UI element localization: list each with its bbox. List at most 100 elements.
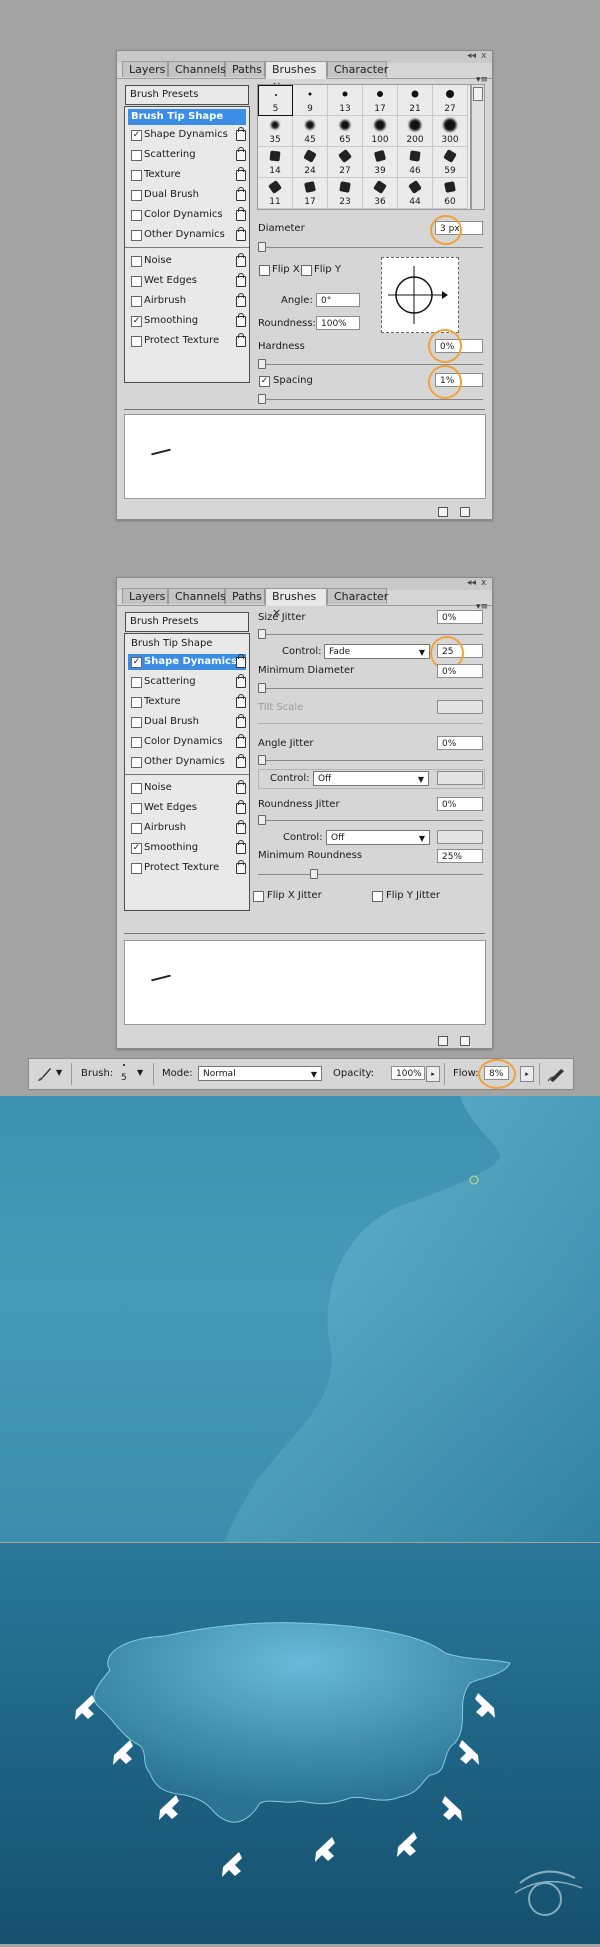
blend-mode-select[interactable]: Normal ▼ [198,1066,322,1081]
option-wet-edges[interactable]: Wet Edges [128,273,246,289]
new-preset-icon[interactable] [438,1036,448,1046]
flip-y-jitter-checkbox[interactable] [372,891,383,902]
checkbox[interactable]: ✓ [131,316,142,327]
lock-icon[interactable] [236,654,246,668]
option-protect-texture[interactable]: Protect Texture [128,860,246,876]
lock-icon[interactable] [236,273,246,287]
option-texture[interactable]: Texture [128,694,246,710]
brush-tip-cell[interactable]: 5 [258,85,293,116]
diameter-slider[interactable] [258,247,483,248]
option-texture[interactable]: Texture [128,167,246,183]
lock-icon[interactable] [236,187,246,201]
checkbox[interactable] [131,190,142,201]
checkbox[interactable] [131,336,142,347]
option-brush-tip-shape[interactable]: Brush Tip Shape [128,109,246,125]
option-other-dynamics[interactable]: Other Dynamics [128,227,246,243]
hardness-slider-thumb[interactable] [258,359,266,369]
tab-channels[interactable]: Channels [168,588,226,604]
option-smoothing[interactable]: ✓ Smoothing [128,840,246,856]
checkbox[interactable]: ✓ [131,843,142,854]
tab-layers[interactable]: Layers [122,588,168,604]
angle-jitter-slider-thumb[interactable] [258,755,266,765]
airbrush-icon[interactable] [547,1065,567,1083]
flow-slider-toggle[interactable]: ▸ [520,1066,534,1082]
angle-preview-widget[interactable] [381,257,459,333]
checkbox[interactable] [131,783,142,794]
tool-preset-chevron-icon[interactable]: ▼ [56,1068,62,1077]
brush-tip-cell[interactable]: 24 [293,147,328,178]
angle-jitter-slider[interactable] [258,760,483,761]
brush-presets-button[interactable]: Brush Presets [125,85,249,105]
size-jitter-slider[interactable] [258,634,483,635]
min-diameter-input[interactable]: 0% [437,664,483,678]
option-shape-dynamics[interactable]: ✓ Shape Dynamics [128,654,246,670]
brush-tip-cell[interactable]: 17 [363,85,398,116]
tab-layers[interactable]: Layers [122,61,168,77]
brush-preset-picker[interactable]: 5 ▼ [119,1062,149,1086]
brush-tip-cell[interactable]: 44 [398,178,433,209]
lock-icon[interactable] [236,754,246,768]
roundness-control-select[interactable]: Off ▼ [326,830,430,845]
lock-icon[interactable] [236,734,246,748]
tab-brushes[interactable]: Brushes × [265,588,327,619]
brush-tip-cell[interactable]: 35 [258,116,293,147]
tab-channels[interactable]: Channels [168,61,226,77]
angle-input[interactable]: 0° [316,293,360,307]
size-control-select[interactable]: Fade ▼ [324,644,430,659]
angle-jitter-input[interactable]: 0% [437,736,483,750]
size-jitter-slider-thumb[interactable] [258,629,266,639]
spacing-checkbox[interactable]: ✓ [259,376,270,387]
flip-y-checkbox[interactable] [301,265,312,276]
brush-presets-button[interactable]: Brush Presets [125,612,249,632]
checkbox[interactable] [131,150,142,161]
option-color-dynamics[interactable]: Color Dynamics [128,207,246,223]
brush-grid-scrollbar[interactable] [471,84,485,210]
lock-icon[interactable] [236,313,246,327]
brush-tip-cell[interactable]: 21 [398,85,433,116]
lock-icon[interactable] [236,840,246,854]
diameter-slider-thumb[interactable] [258,242,266,252]
lock-icon[interactable] [236,253,246,267]
min-roundness-input[interactable]: 25% [437,849,483,863]
roundness-jitter-slider-thumb[interactable] [258,815,266,825]
lock-icon[interactable] [236,800,246,814]
brush-tip-cell[interactable]: 9 [293,85,328,116]
opacity-input[interactable]: 100% [391,1066,425,1080]
option-shape-dynamics[interactable]: ✓ Shape Dynamics [128,127,246,143]
roundness-input[interactable]: 100% [316,316,360,330]
brush-tip-cell[interactable]: 14 [258,147,293,178]
trash-icon[interactable] [460,1036,470,1046]
brush-tip-cell[interactable]: 200 [398,116,433,147]
option-airbrush[interactable]: Airbrush [128,293,246,309]
brush-tip-cell[interactable]: 46 [398,147,433,178]
checkbox[interactable] [131,697,142,708]
lock-icon[interactable] [236,167,246,181]
checkbox[interactable] [131,803,142,814]
option-scattering[interactable]: Scattering [128,147,246,163]
lock-icon[interactable] [236,674,246,688]
lock-icon[interactable] [236,820,246,834]
min-diameter-slider[interactable] [258,688,483,689]
lock-icon[interactable] [236,227,246,241]
brush-tip-cell[interactable]: 100 [363,116,398,147]
spacing-slider-thumb[interactable] [258,394,266,404]
checkbox[interactable]: ✓ [131,657,142,668]
brush-tip-cell[interactable]: 60 [433,178,468,209]
lock-icon[interactable] [236,714,246,728]
brush-tip-grid[interactable]: 5 9 13 17 21 27 35 45 65 100 200 300 14 24 27 39 46 59 11 1… [257,84,471,210]
tab-character[interactable]: Character [327,588,388,604]
scroll-thumb[interactable] [473,87,483,101]
brush-tip-cell[interactable]: 27 [433,85,468,116]
option-protect-texture[interactable]: Protect Texture [128,333,246,349]
checkbox[interactable] [131,170,142,181]
brush-tip-cell[interactable]: 17 [293,178,328,209]
opacity-slider-toggle[interactable]: ▸ [426,1066,440,1082]
lock-icon[interactable] [236,207,246,221]
option-brush-tip-shape[interactable]: Brush Tip Shape [128,636,246,652]
option-scattering[interactable]: Scattering [128,674,246,690]
flip-x-jitter-checkbox[interactable] [253,891,264,902]
option-wet-edges[interactable]: Wet Edges [128,800,246,816]
lock-icon[interactable] [236,127,246,141]
lock-icon[interactable] [236,860,246,874]
brush-tip-cell[interactable]: 45 [293,116,328,147]
